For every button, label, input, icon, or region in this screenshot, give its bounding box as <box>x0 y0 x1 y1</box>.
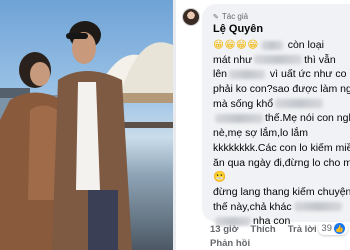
photo-illustration <box>0 21 173 250</box>
comment-line: thế này,chả khác <box>213 200 350 215</box>
comment-text: 😁😁😁😁 còn loại mát như thì vẫn lên vì uất … <box>213 38 350 229</box>
view-replies-link[interactable]: Phản hồi <box>210 238 250 249</box>
author-badge-label: Tác giả <box>221 12 249 21</box>
comment-line: thế.Mẹ nói con nghe <box>213 111 350 126</box>
reaction-count-value: 39 <box>321 223 332 234</box>
couple-photo <box>0 0 173 250</box>
author-badge: ✎ Tác giả <box>213 12 248 21</box>
comment-panel: ✎ Tác giả Lệ Quyên 😁😁😁😁 còn loại mát như… <box>176 0 350 250</box>
comment-line: phải ko con?sao được làm ngh <box>213 83 350 96</box>
comment-line: nè,mẹ sợ lắm,lo lắm <box>213 127 308 140</box>
reaction-count[interactable]: 39 👍 <box>318 222 348 235</box>
author-name[interactable]: Lệ Quyên <box>213 23 263 35</box>
comment-line: mà sống khổ <box>213 97 350 112</box>
comment-bubble: ✎ Tác giả Lệ Quyên 😁😁😁😁 còn loại mát như… <box>202 4 350 227</box>
like-icon: 👍 <box>334 223 345 234</box>
comment-line: 😬 <box>213 171 227 184</box>
pencil-icon: ✎ <box>213 13 219 21</box>
comment-line: lên vì uất ức như co <box>213 68 347 81</box>
reply-button[interactable]: Trả lời <box>288 224 317 235</box>
comment-line: ăn qua ngày đi,đừng lo cho m <box>213 156 350 169</box>
comment-actions: 13 giờ Thích Trả lời <box>210 224 317 235</box>
comment-line: kkkkkkkk.Các con lo kiếm miề <box>213 141 350 154</box>
like-button[interactable]: Thích <box>250 224 275 235</box>
comment-line: 😁😁😁😁 còn loại <box>213 39 324 51</box>
comment-time[interactable]: 13 giờ <box>210 224 238 235</box>
avatar[interactable] <box>182 8 200 26</box>
comment-line: mát như thì vẫn <box>213 53 336 66</box>
comment-line: đừng lang thang kiếm chuyện <box>213 185 350 198</box>
